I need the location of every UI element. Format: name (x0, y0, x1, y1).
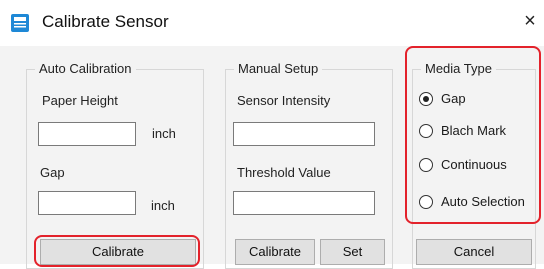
sensor-intensity-input[interactable] (233, 122, 375, 146)
radio-dot-icon (423, 96, 429, 102)
gap-label: Gap (40, 165, 65, 180)
title-bar: Calibrate Sensor × (0, 0, 544, 46)
paper-height-unit: inch (152, 126, 176, 141)
dialog-body: Auto Calibration Paper Height inch Gap i… (0, 46, 544, 269)
window-title: Calibrate Sensor (42, 12, 169, 31)
window-app-icon (11, 14, 29, 32)
gap-input[interactable] (38, 191, 136, 215)
radio-button[interactable] (419, 158, 433, 172)
cancel-button[interactable]: Cancel (416, 239, 532, 265)
radio-button[interactable] (419, 124, 433, 138)
radio-button[interactable] (419, 195, 433, 209)
manual-calibrate-button[interactable]: Calibrate (235, 239, 315, 265)
close-icon[interactable]: × (520, 11, 540, 31)
auto-calibrate-button[interactable]: Calibrate (40, 239, 196, 265)
radio-auto-selection-label: Auto Selection (441, 194, 525, 209)
set-button[interactable]: Set (320, 239, 385, 265)
threshold-value-input[interactable] (233, 191, 375, 215)
paper-height-input[interactable] (38, 122, 136, 146)
gap-unit: inch (151, 198, 175, 213)
radio-gap-label: Gap (441, 91, 466, 106)
radio-button-selected[interactable] (419, 92, 433, 106)
threshold-value-label: Threshold Value (237, 165, 331, 180)
radio-continuous-label: Continuous (441, 157, 507, 172)
auto-calibration-legend: Auto Calibration (35, 61, 136, 76)
paper-height-label: Paper Height (42, 93, 118, 108)
sensor-intensity-label: Sensor Intensity (237, 93, 331, 108)
media-type-legend: Media Type (421, 61, 496, 76)
radio-black-mark-label: Blach Mark (441, 123, 507, 138)
manual-setup-legend: Manual Setup (234, 61, 323, 76)
